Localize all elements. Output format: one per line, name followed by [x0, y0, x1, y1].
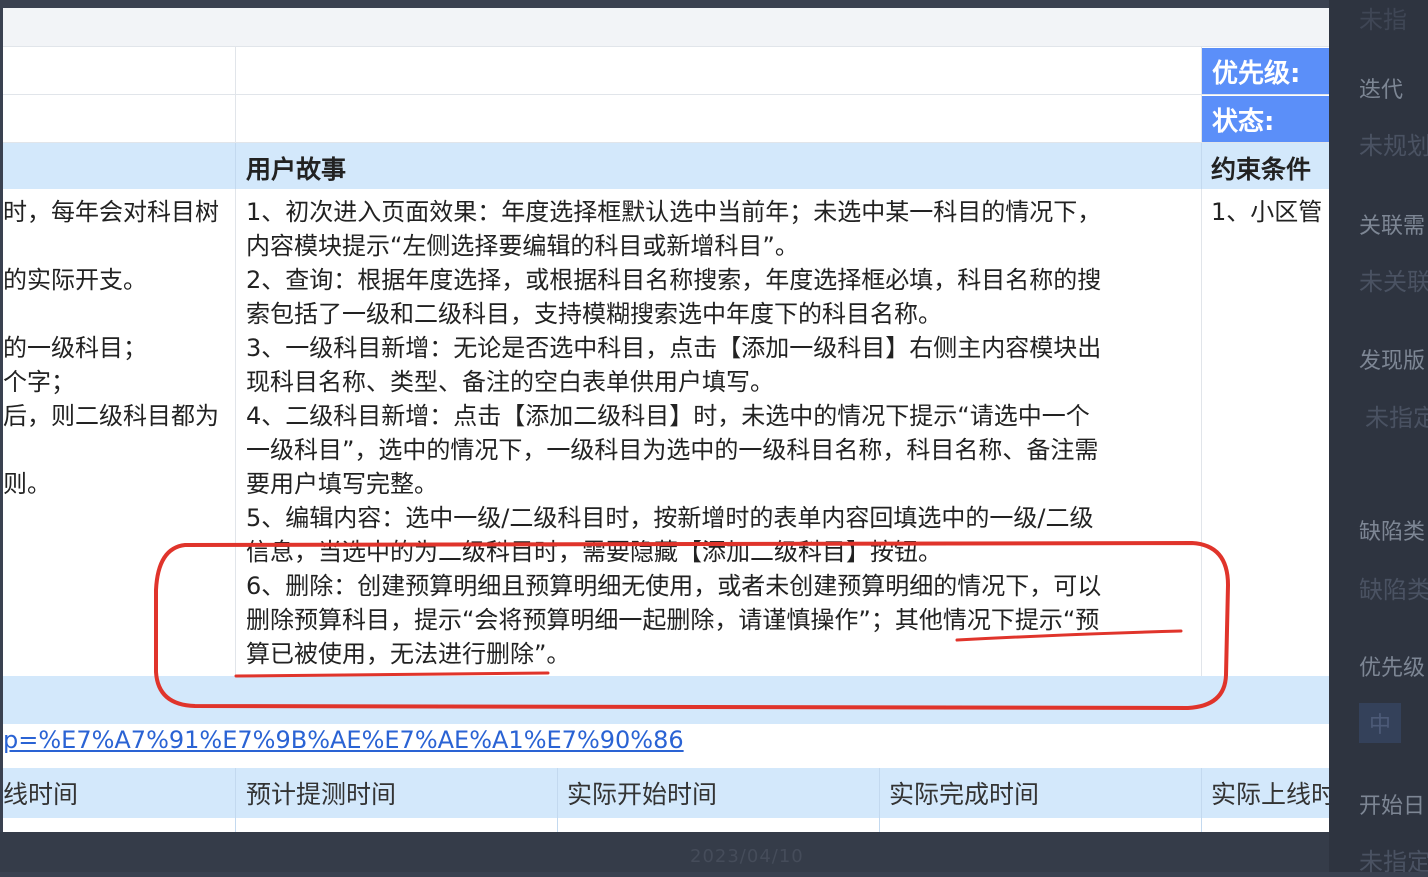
sidebar-priority-badge[interactable]: 中 — [1359, 703, 1401, 743]
sidebar-label-found-version: 发现版 — [1359, 349, 1426, 374]
sidebar-label-start-date: 开始日 — [1359, 794, 1426, 819]
time-header-actual-launch: 实际上线时 — [1211, 780, 1329, 809]
story-line: 现科目名称、类型、备注的空白表单供用户填写。 — [246, 368, 774, 396]
time-header-actual-finish: 实际完成时间 — [889, 780, 1040, 809]
time-header-launch: 线时间 — [3, 780, 79, 809]
grid-line — [879, 768, 880, 832]
story-line: 4、二级科目新增：点击【添加二级科目】时，未选中的情况下提示“请选中一个 — [246, 402, 1090, 430]
left-line — [3, 297, 233, 331]
right-sidebar: 未指 迭代 未规划 关联需 未关联 发现版 未指定 缺陷类 缺陷类 优先级 中 … — [1329, 0, 1428, 876]
status-label: 状态: — [1202, 96, 1329, 142]
sidebar-value-found-version[interactable]: 未指定 — [1365, 398, 1428, 433]
left-line: 个字； — [3, 368, 75, 396]
sidebar-faded-top: 未指 — [1359, 6, 1407, 34]
grid-line — [235, 143, 236, 189]
time-header-actual-start: 实际开始时间 — [567, 780, 718, 809]
document-table: 优先级: 状态: 用户故事 约束条件 时，每年会对科目树 的实际开支。 的一级科… — [3, 8, 1329, 832]
subject-link[interactable]: p=%E7%A7%91%E7%9B%AE%E7%AE%A1%E7%90%86 — [3, 726, 684, 754]
story-line: 6、删除：创建预算明细且预算明细无使用，或者未创建预算明细的情况下，可以 — [246, 572, 1102, 600]
sidebar-label-priority: 优先级 — [1359, 656, 1426, 681]
story-line: 5、编辑内容：选中一级/二级科目时，按新增时的表单内容回填选中的一级/二级 — [246, 504, 1094, 532]
left-line: 时，每年会对科目树 — [3, 198, 219, 226]
header-constraint: 约束条件 — [1211, 155, 1312, 184]
story-line: 算已被使用，无法进行删除”。 — [246, 640, 571, 668]
bottom-strip: 2023/04/10 — [0, 832, 1329, 872]
grid-line — [235, 46, 236, 142]
top-row — [3, 8, 1329, 47]
sidebar-value-related[interactable]: 未关联 — [1359, 262, 1428, 297]
grid-line — [235, 768, 236, 832]
sidebar-value-iteration[interactable]: 未规划 — [1359, 126, 1428, 161]
constraint-cell: 1、小区管 — [1211, 198, 1323, 226]
time-header-est-test: 预计提测时间 — [246, 780, 397, 809]
story-line: 3、一级科目新增：无论是否选中科目，点击【添加一级科目】右侧主内容模块出 — [246, 334, 1102, 362]
left-line: 则。 — [3, 470, 51, 498]
priority-label: 优先级: — [1202, 48, 1329, 94]
bottom-ghost-text: 2023/04/10 — [690, 846, 804, 867]
header-user-story: 用户故事 — [246, 155, 347, 184]
grid-line — [1201, 768, 1202, 832]
sidebar-label-related: 关联需 — [1359, 214, 1426, 239]
left-line: 的一级科目； — [3, 334, 147, 362]
story-line: 内容模块提示“左侧选择要编辑的科目或新增科目”。 — [246, 232, 799, 260]
grid-line — [1201, 143, 1202, 189]
grid-line — [3, 94, 1329, 95]
left-line — [3, 229, 233, 263]
left-line: 后，则二级科目都为 — [3, 402, 219, 430]
grid-line — [557, 768, 558, 832]
story-line: 1、初次进入页面效果：年度选择框默认选中当前年；未选中某一科目的情况下， — [246, 198, 1102, 226]
sidebar-value-defect-type[interactable]: 缺陷类 — [1359, 570, 1428, 605]
left-column: 时，每年会对科目树 的实际开支。 的一级科目； 个字； 后，则二级科目都为 则。 — [3, 195, 233, 501]
section-band — [3, 676, 1329, 724]
left-line — [3, 433, 233, 467]
story-line: 一级科目”，选中的情况下，一级科目为选中的一级科目名称，科目名称、备注需 — [246, 436, 1099, 464]
user-story-cell: 1、初次进入页面效果：年度选择框默认选中当前年；未选中某一科目的情况下， 内容模… — [246, 195, 1196, 671]
story-line: 2、查询：根据年度选择，或根据科目名称搜索，年度选择框必填，科目名称的搜 — [246, 266, 1102, 294]
grid-line — [235, 189, 236, 676]
story-line: 索包括了一级和二级科目，支持模糊搜索选中年度下的科目名称。 — [246, 300, 942, 328]
left-line: 的实际开支。 — [3, 266, 147, 294]
sidebar-label-defect-type: 缺陷类 — [1359, 520, 1426, 545]
story-line: 删除预算科目，提示“会将预算明细一起删除，请谨慎操作”；其他情况下提示“预 — [246, 606, 1100, 634]
sidebar-label-iteration: 迭代 — [1359, 78, 1404, 103]
story-line: 信息，当选中的为二级科目时，需要隐藏【添加二级科目】按钮。 — [246, 538, 942, 566]
table-header-row — [3, 143, 1329, 189]
story-line: 要用户填写完整。 — [246, 470, 438, 498]
